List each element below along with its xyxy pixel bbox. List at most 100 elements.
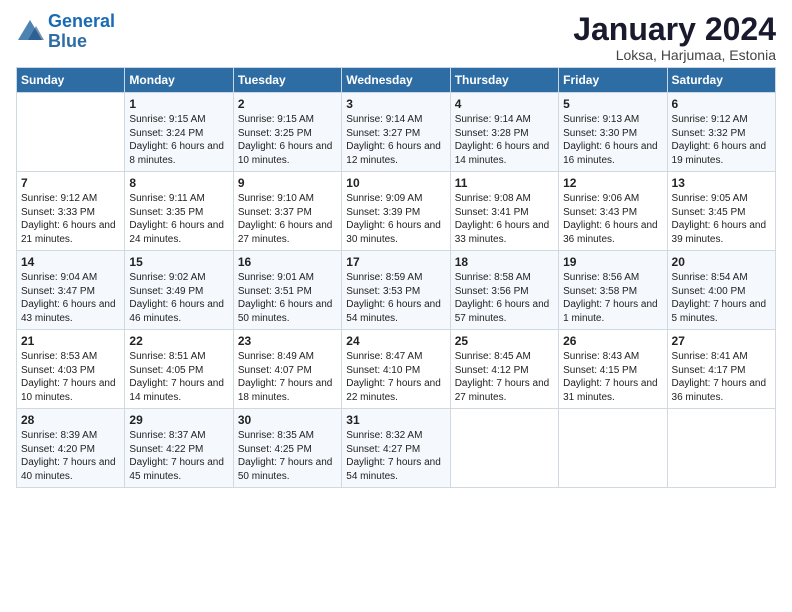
daylight: Daylight: 6 hours and 33 minutes. — [455, 220, 550, 245]
page-container: General Blue January 2024 Loksa, Harjuma… — [0, 0, 792, 498]
sunset: Sunset: 3:39 PM — [346, 207, 420, 218]
daylight: Daylight: 7 hours and 45 minutes. — [129, 457, 224, 482]
daylight: Daylight: 7 hours and 5 minutes. — [672, 299, 767, 324]
daylight: Daylight: 7 hours and 1 minute. — [563, 299, 658, 324]
logo-line2: Blue — [48, 31, 87, 51]
daylight: Daylight: 6 hours and 14 minutes. — [455, 141, 550, 166]
day-number: 7 — [21, 176, 120, 190]
sunrise: Sunrise: 9:10 AM — [238, 193, 314, 204]
sunset: Sunset: 3:37 PM — [238, 207, 312, 218]
calendar-cell: 14 Sunrise: 9:04 AM Sunset: 3:47 PM Dayl… — [17, 251, 125, 330]
sunset: Sunset: 4:20 PM — [21, 444, 95, 455]
calendar-week-2: 14 Sunrise: 9:04 AM Sunset: 3:47 PM Dayl… — [17, 251, 776, 330]
calendar-week-1: 7 Sunrise: 9:12 AM Sunset: 3:33 PM Dayli… — [17, 172, 776, 251]
sunset: Sunset: 4:25 PM — [238, 444, 312, 455]
sunrise: Sunrise: 8:49 AM — [238, 351, 314, 362]
daylight: Daylight: 6 hours and 27 minutes. — [238, 220, 333, 245]
col-friday: Friday — [559, 68, 667, 93]
daylight: Daylight: 6 hours and 24 minutes. — [129, 220, 224, 245]
col-monday: Monday — [125, 68, 233, 93]
calendar-cell: 12 Sunrise: 9:06 AM Sunset: 3:43 PM Dayl… — [559, 172, 667, 251]
day-number: 11 — [455, 176, 554, 190]
daylight: Daylight: 6 hours and 16 minutes. — [563, 141, 658, 166]
sunrise: Sunrise: 9:09 AM — [346, 193, 422, 204]
sunrise: Sunrise: 9:04 AM — [21, 272, 97, 283]
sunrise: Sunrise: 9:11 AM — [129, 193, 204, 204]
daylight: Daylight: 7 hours and 18 minutes. — [238, 378, 333, 403]
day-number: 21 — [21, 334, 120, 348]
calendar-cell: 21 Sunrise: 8:53 AM Sunset: 4:03 PM Dayl… — [17, 330, 125, 409]
sunrise: Sunrise: 9:14 AM — [346, 114, 422, 125]
col-sunday: Sunday — [17, 68, 125, 93]
daylight: Daylight: 6 hours and 54 minutes. — [346, 299, 441, 324]
sunset: Sunset: 4:03 PM — [21, 365, 95, 376]
day-number: 5 — [563, 97, 662, 111]
sunrise: Sunrise: 9:02 AM — [129, 272, 205, 283]
day-number: 23 — [238, 334, 337, 348]
daylight: Daylight: 7 hours and 50 minutes. — [238, 457, 333, 482]
calendar-cell: 13 Sunrise: 9:05 AM Sunset: 3:45 PM Dayl… — [667, 172, 775, 251]
calendar-cell: 20 Sunrise: 8:54 AM Sunset: 4:00 PM Dayl… — [667, 251, 775, 330]
calendar-week-4: 28 Sunrise: 8:39 AM Sunset: 4:20 PM Dayl… — [17, 409, 776, 488]
daylight: Daylight: 6 hours and 19 minutes. — [672, 141, 767, 166]
sunset: Sunset: 3:45 PM — [672, 207, 746, 218]
day-number: 6 — [672, 97, 771, 111]
daylight: Daylight: 7 hours and 40 minutes. — [21, 457, 116, 482]
day-number: 17 — [346, 255, 445, 269]
daylight: Daylight: 7 hours and 27 minutes. — [455, 378, 550, 403]
calendar-cell: 3 Sunrise: 9:14 AM Sunset: 3:27 PM Dayli… — [342, 93, 450, 172]
calendar-cell: 22 Sunrise: 8:51 AM Sunset: 4:05 PM Dayl… — [125, 330, 233, 409]
logo-text: General Blue — [48, 12, 115, 52]
col-tuesday: Tuesday — [233, 68, 341, 93]
col-saturday: Saturday — [667, 68, 775, 93]
day-number: 24 — [346, 334, 445, 348]
day-number: 26 — [563, 334, 662, 348]
day-number: 13 — [672, 176, 771, 190]
sunrise: Sunrise: 9:05 AM — [672, 193, 748, 204]
title-block: January 2024 Loksa, Harjumaa, Estonia — [573, 12, 776, 63]
sunset: Sunset: 3:30 PM — [563, 128, 637, 139]
calendar-cell: 28 Sunrise: 8:39 AM Sunset: 4:20 PM Dayl… — [17, 409, 125, 488]
sunset: Sunset: 4:22 PM — [129, 444, 203, 455]
day-number: 9 — [238, 176, 337, 190]
sunrise: Sunrise: 8:58 AM — [455, 272, 531, 283]
sunrise: Sunrise: 8:39 AM — [21, 430, 97, 441]
calendar-cell: 11 Sunrise: 9:08 AM Sunset: 3:41 PM Dayl… — [450, 172, 558, 251]
day-number: 31 — [346, 413, 445, 427]
calendar-cell: 5 Sunrise: 9:13 AM Sunset: 3:30 PM Dayli… — [559, 93, 667, 172]
sunset: Sunset: 4:07 PM — [238, 365, 312, 376]
calendar-cell: 10 Sunrise: 9:09 AM Sunset: 3:39 PM Dayl… — [342, 172, 450, 251]
calendar-cell: 1 Sunrise: 9:15 AM Sunset: 3:24 PM Dayli… — [125, 93, 233, 172]
calendar-cell: 31 Sunrise: 8:32 AM Sunset: 4:27 PM Dayl… — [342, 409, 450, 488]
sunset: Sunset: 3:53 PM — [346, 286, 420, 297]
calendar-cell: 6 Sunrise: 9:12 AM Sunset: 3:32 PM Dayli… — [667, 93, 775, 172]
sunset: Sunset: 3:49 PM — [129, 286, 203, 297]
calendar-cell: 26 Sunrise: 8:43 AM Sunset: 4:15 PM Dayl… — [559, 330, 667, 409]
day-number: 15 — [129, 255, 228, 269]
logo: General Blue — [16, 12, 115, 52]
sunset: Sunset: 3:47 PM — [21, 286, 95, 297]
day-number: 16 — [238, 255, 337, 269]
calendar-cell — [667, 409, 775, 488]
day-number: 28 — [21, 413, 120, 427]
calendar-cell: 4 Sunrise: 9:14 AM Sunset: 3:28 PM Dayli… — [450, 93, 558, 172]
sunrise: Sunrise: 9:15 AM — [129, 114, 205, 125]
daylight: Daylight: 6 hours and 8 minutes. — [129, 141, 224, 166]
daylight: Daylight: 6 hours and 39 minutes. — [672, 220, 767, 245]
sunset: Sunset: 3:24 PM — [129, 128, 203, 139]
sunrise: Sunrise: 9:08 AM — [455, 193, 531, 204]
calendar-cell: 19 Sunrise: 8:56 AM Sunset: 3:58 PM Dayl… — [559, 251, 667, 330]
calendar-cell: 30 Sunrise: 8:35 AM Sunset: 4:25 PM Dayl… — [233, 409, 341, 488]
sunrise: Sunrise: 9:15 AM — [238, 114, 314, 125]
daylight: Daylight: 7 hours and 10 minutes. — [21, 378, 116, 403]
calendar-cell: 29 Sunrise: 8:37 AM Sunset: 4:22 PM Dayl… — [125, 409, 233, 488]
sunset: Sunset: 3:43 PM — [563, 207, 637, 218]
day-number: 27 — [672, 334, 771, 348]
daylight: Daylight: 6 hours and 21 minutes. — [21, 220, 116, 245]
col-wednesday: Wednesday — [342, 68, 450, 93]
calendar-cell: 16 Sunrise: 9:01 AM Sunset: 3:51 PM Dayl… — [233, 251, 341, 330]
day-number: 29 — [129, 413, 228, 427]
daylight: Daylight: 7 hours and 14 minutes. — [129, 378, 224, 403]
day-number: 20 — [672, 255, 771, 269]
sunrise: Sunrise: 9:01 AM — [238, 272, 314, 283]
